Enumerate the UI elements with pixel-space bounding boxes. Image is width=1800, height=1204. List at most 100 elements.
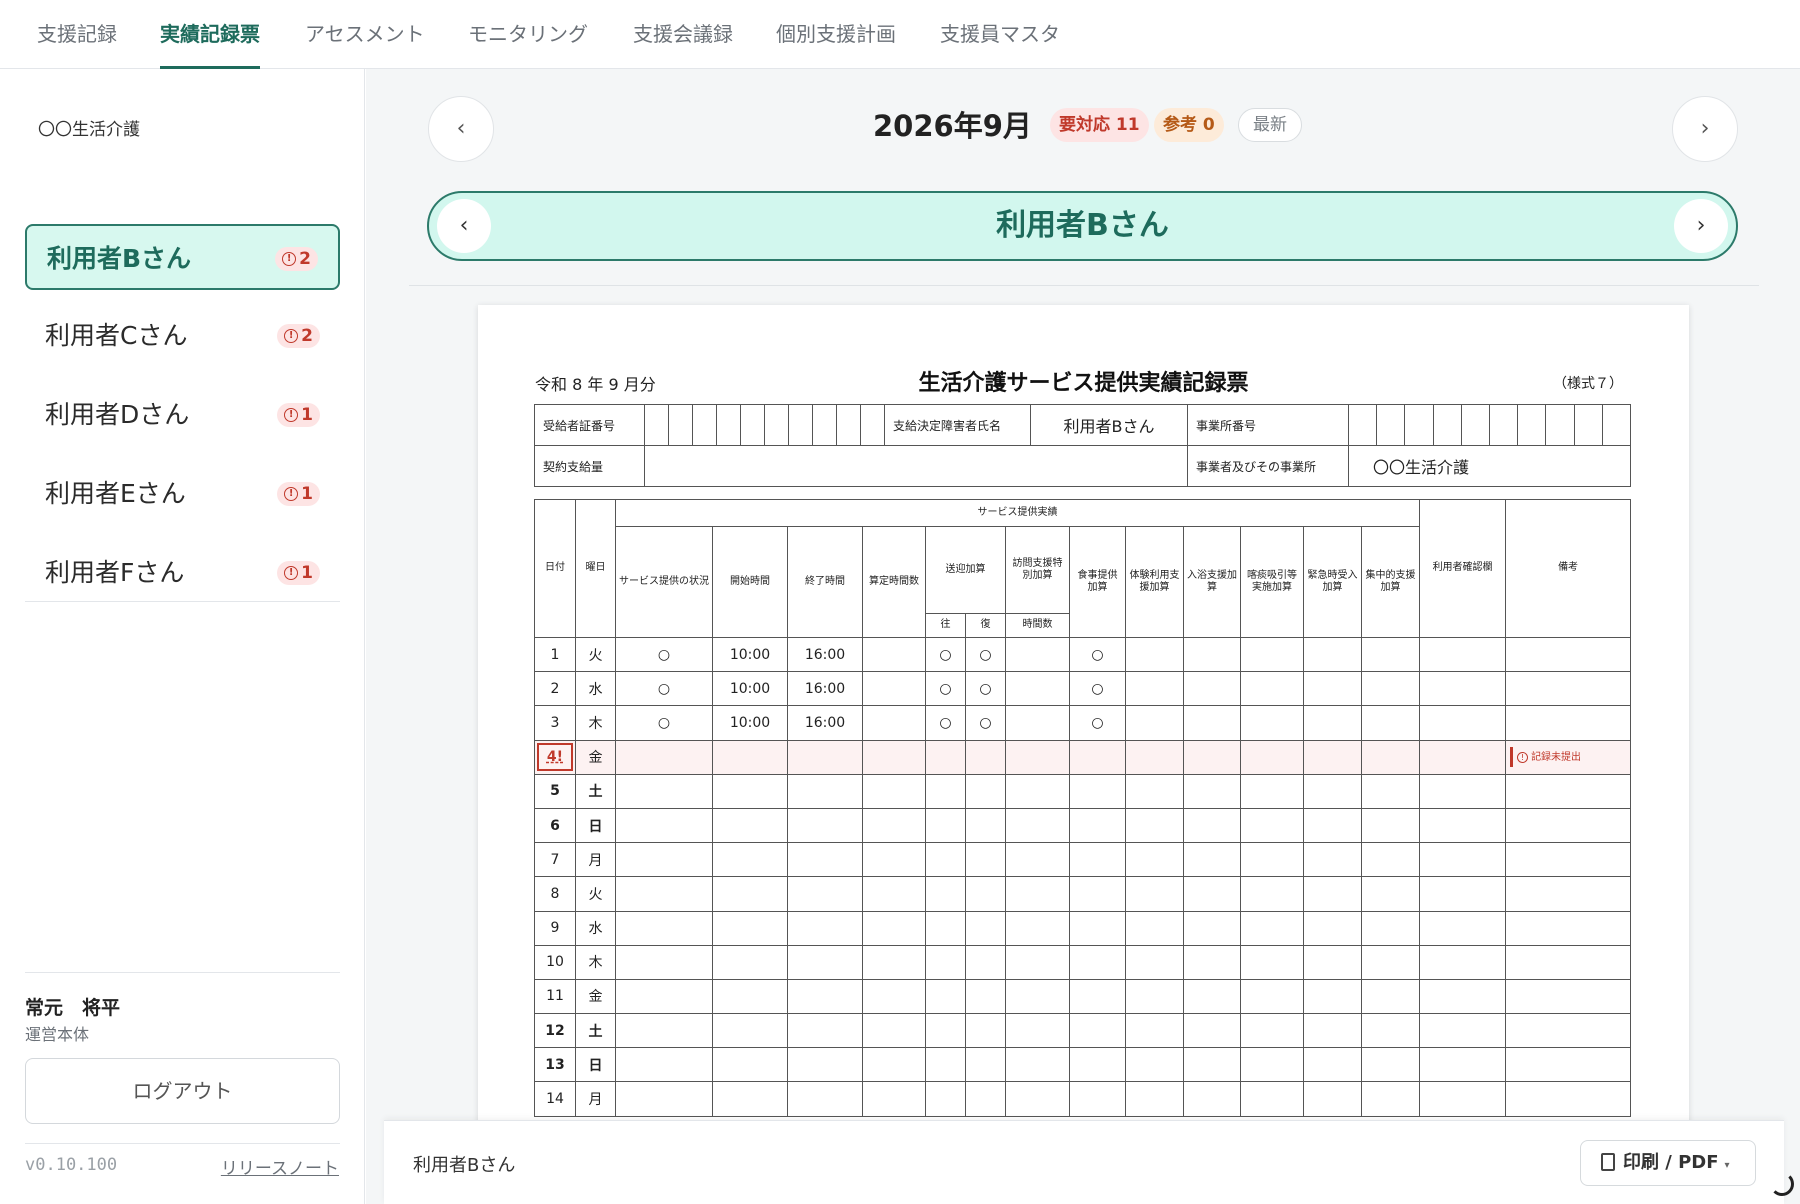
cell-status: [615, 910, 713, 946]
prev-month-button[interactable]: ‹: [428, 96, 494, 162]
cell-confirm: [1419, 739, 1507, 775]
recipient-number-label: 受給者証番号: [534, 404, 645, 446]
cell-end: 16:00: [787, 671, 863, 707]
service-record-table: 日付 曜日 サービス提供実績 利用者確認欄 備考 サービス提供の状況 開始時間 …: [534, 499, 1632, 1117]
cell-bath: [1183, 944, 1241, 980]
cell-start: [712, 978, 788, 1015]
table-row[interactable]: 6日: [534, 807, 1632, 844]
alert-bar: [1510, 747, 1514, 768]
release-notes-link[interactable]: リリースノート: [221, 1154, 339, 1179]
cell-hours: [1005, 842, 1070, 878]
cell-emergency: [1303, 910, 1362, 946]
table-row[interactable]: 12 土: [534, 1013, 1632, 1049]
cell-confirm: [1419, 773, 1507, 809]
cell-note: [1505, 876, 1632, 912]
tab-performance-records[interactable]: 実績記録票: [160, 0, 260, 69]
cell-suction: [1240, 773, 1304, 809]
cell-emergency: [1303, 1013, 1362, 1049]
sidebar-user-f[interactable]: 利用者Fさん ! 1: [25, 540, 340, 606]
logout-button[interactable]: ログアウト: [25, 1058, 340, 1124]
cell-confirm: [1419, 978, 1507, 1015]
cell-status: [615, 807, 713, 844]
table-row[interactable]: 10 木: [534, 944, 1632, 980]
cell-end: [787, 910, 863, 946]
cell-confirm: [1419, 842, 1507, 878]
sidebar-user-d[interactable]: 利用者Dさん ! 1: [25, 382, 340, 448]
latest-button[interactable]: 最新: [1238, 108, 1302, 142]
cell-go: [925, 1081, 966, 1117]
cell-calc: [862, 876, 926, 912]
cell-meal: [1069, 773, 1126, 809]
tab-monitoring[interactable]: モニタリング: [468, 0, 588, 69]
cell-note: [1505, 773, 1632, 809]
sidebar-user-e[interactable]: 利用者Eさん ! 1: [25, 461, 340, 527]
table-row[interactable]: 1 火 ○ 10:00 16:00 ○ ○ ○: [534, 636, 1632, 673]
cell-trial: [1125, 1013, 1184, 1049]
alert-icon: !: [284, 329, 299, 343]
next-user-button[interactable]: ›: [1674, 199, 1728, 253]
cell-wd: 木: [575, 944, 616, 980]
cell-hours: [1005, 807, 1070, 844]
tab-meeting-minutes[interactable]: 支援会議録: [633, 0, 733, 69]
cell-start: [712, 876, 788, 912]
todo-count-badge[interactable]: 要対応 11: [1050, 108, 1149, 142]
cell-meal: ○: [1069, 705, 1126, 741]
cell-bath: [1183, 1047, 1241, 1083]
decision-holder-name: 利用者Bさん: [1030, 404, 1188, 446]
table-row[interactable]: 7月: [534, 842, 1632, 878]
cell-intensive: [1360, 944, 1421, 980]
cell-status: [615, 978, 713, 1015]
next-month-button[interactable]: ›: [1672, 96, 1738, 162]
cell-calc: [862, 705, 926, 741]
cell-trial: [1125, 842, 1184, 878]
cell-emergency: [1303, 876, 1362, 912]
tab-support-records[interactable]: 支援記録: [37, 0, 117, 69]
bottom-user-name: 利用者Bさん: [413, 1155, 516, 1176]
cell-wd: 土: [575, 773, 616, 809]
table-row[interactable]: 11 金: [534, 978, 1632, 1015]
table-row[interactable]: 2 水 ○ 10:00 16:00 ○ ○ ○: [534, 671, 1632, 707]
office-number-cells: [1348, 404, 1631, 446]
cell-note: [1505, 842, 1632, 878]
cell-go: [925, 1013, 966, 1049]
cell-intensive: [1360, 773, 1421, 809]
cell-back: [965, 842, 1006, 878]
tab-support-plan[interactable]: 個別支援計画: [776, 0, 896, 69]
reference-count-badge[interactable]: 参考 0: [1154, 108, 1224, 142]
sidebar-user-b[interactable]: 利用者Bさん ! 2: [25, 224, 340, 290]
table-row[interactable]: 5土: [534, 773, 1632, 809]
cell-back: ○: [965, 705, 1006, 741]
cell-meal: ○: [1069, 671, 1126, 707]
tab-staff-master[interactable]: 支援員マスタ: [940, 0, 1060, 69]
cell-trial: [1125, 739, 1184, 775]
cell-note: [1505, 636, 1632, 673]
table-row[interactable]: 3 木 ○ 10:00 16:00 ○ ○ ○: [534, 705, 1632, 741]
tab-assessment[interactable]: アセスメント: [305, 0, 425, 69]
cell-intensive: [1360, 1013, 1421, 1049]
cell-suction: [1240, 739, 1304, 775]
cell-intensive: [1360, 1047, 1421, 1083]
table-row[interactable]: 13 日: [534, 1047, 1632, 1083]
table-row[interactable]: 4! 金! 記録未提出: [534, 739, 1632, 775]
table-row[interactable]: 8火: [534, 876, 1632, 912]
day-alert-marker[interactable]: 4!: [537, 743, 573, 772]
cell-confirm: [1419, 1081, 1507, 1117]
cell-emergency: [1303, 944, 1362, 980]
alert-count: 1: [301, 563, 313, 583]
table-row[interactable]: 9水: [534, 910, 1632, 946]
cell-bath: [1183, 876, 1241, 912]
table-row[interactable]: 14 月: [534, 1081, 1632, 1117]
cell-intensive: [1360, 876, 1421, 912]
cell-note: [1505, 1081, 1632, 1117]
cell-suction: [1240, 1081, 1304, 1117]
cell-day: 9: [534, 910, 576, 946]
cell-start: 10:00: [712, 705, 788, 741]
cell-day: 11: [534, 978, 576, 1015]
cell-calc: [862, 910, 926, 946]
print-pdf-button[interactable]: 印刷 / PDF ▾: [1580, 1140, 1756, 1186]
cell-status: ○: [615, 705, 713, 741]
sidebar-user-c[interactable]: 利用者Cさん ! 2: [25, 303, 340, 369]
cell-meal: [1069, 1013, 1126, 1049]
staff-organization: 運営本体: [25, 1025, 90, 1044]
cell-go: [925, 910, 966, 946]
